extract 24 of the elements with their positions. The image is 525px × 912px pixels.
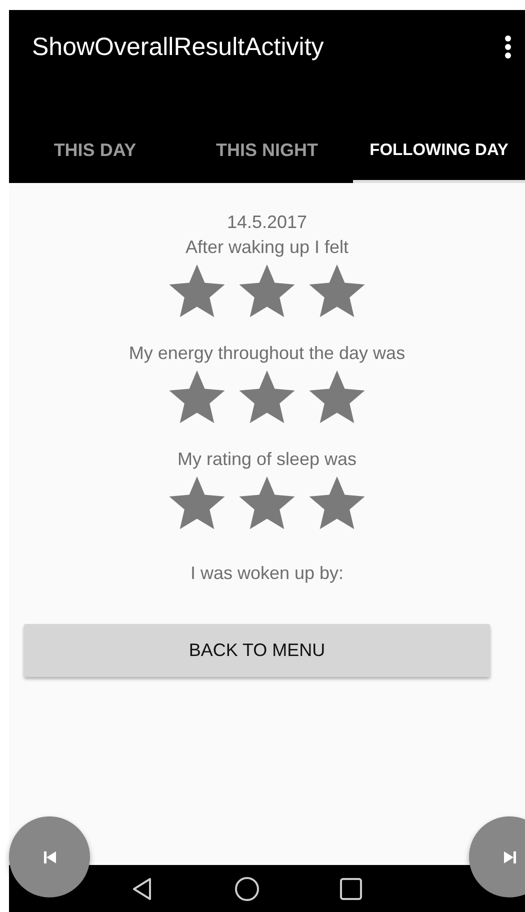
- star-icon: [308, 475, 366, 531]
- star-icon: [168, 263, 226, 319]
- home-icon[interactable]: [234, 876, 260, 902]
- tab[interactable]: THIS NIGHT: [181, 125, 353, 183]
- rating-question: My rating of sleep was: [177, 448, 357, 471]
- star-icon: [308, 369, 366, 425]
- star-icon: [238, 475, 296, 531]
- back-to-menu-button[interactable]: BACK TO MENU: [24, 624, 490, 677]
- woken-up-label: I was woken up by:: [190, 562, 344, 585]
- recents-icon[interactable]: [338, 876, 364, 902]
- more-icon[interactable]: [504, 35, 512, 59]
- skip-previous-icon: [42, 848, 58, 865]
- star-icon: [168, 369, 226, 425]
- star-icon: [308, 263, 366, 319]
- tab[interactable]: THIS DAY: [9, 125, 181, 183]
- app-title: ShowOverallResultActivity: [32, 32, 324, 62]
- date-label: 14.5.2017: [226, 211, 308, 234]
- star-icon: [168, 475, 226, 531]
- rating-question: After waking up I felt: [185, 236, 349, 259]
- star-icon: [238, 263, 296, 319]
- rating-question: My energy throughout the day was: [128, 342, 406, 365]
- star-icon: [238, 369, 296, 425]
- tab[interactable]: FOLLOWING DAY: [353, 125, 525, 183]
- skip-next-icon: [502, 848, 518, 865]
